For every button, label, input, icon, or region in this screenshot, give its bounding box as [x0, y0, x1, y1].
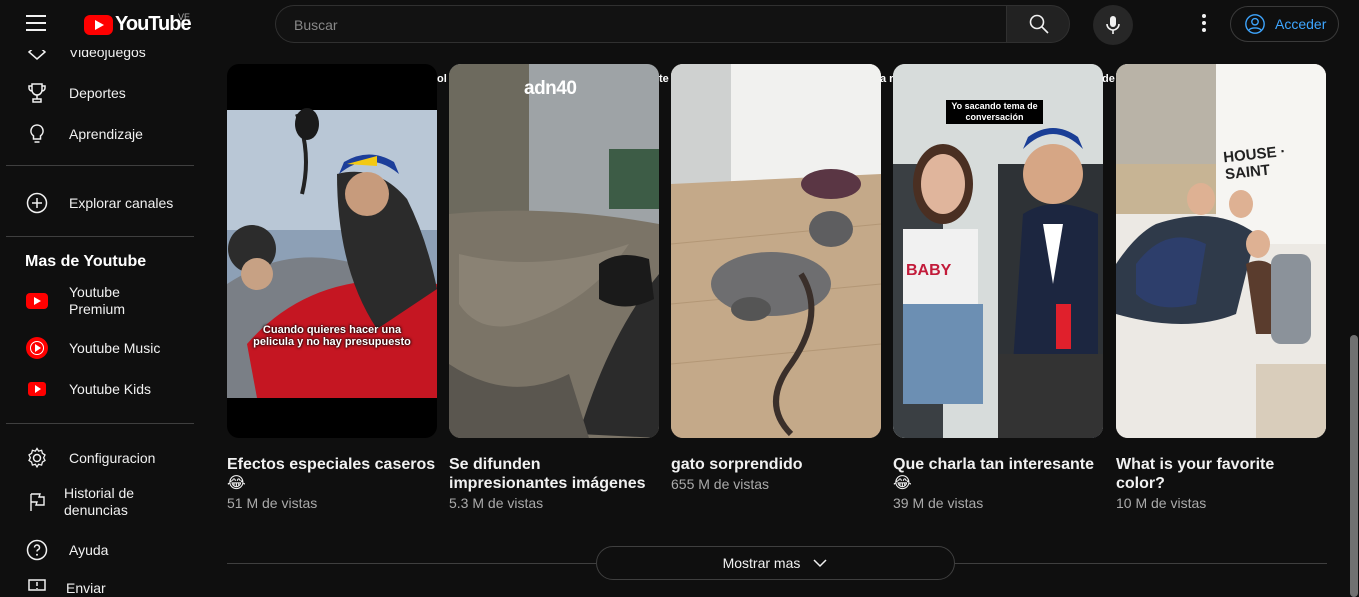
- signin-button[interactable]: Acceder: [1230, 6, 1339, 42]
- sidebar-item-label: Deportes: [69, 84, 126, 101]
- country-code: VE: [178, 12, 191, 22]
- sidebar-item-label: Historial de denuncias: [64, 485, 135, 518]
- video-caption: Yo sacando tema de conversación: [946, 100, 1043, 124]
- youtube-logo[interactable]: YouTube: [84, 13, 192, 36]
- short-card[interactable]: Yo sacando tema de conversación BABY Que…: [893, 64, 1103, 511]
- sidebar-item-label: Ayuda: [69, 541, 109, 558]
- gear-icon: [25, 446, 49, 470]
- signin-label: Acceder: [1275, 16, 1327, 32]
- short-thumbnail[interactable]: Cuando quieres hacer una pelicula y no h…: [227, 64, 437, 438]
- youtube-premium-icon: [25, 289, 49, 313]
- short-card[interactable]: Cuando quieres hacer una pelicula y no h…: [227, 64, 437, 511]
- lightbulb-icon: [25, 122, 49, 146]
- short-views: 39 M de vistas: [893, 495, 984, 511]
- sidebar-item-ayuda[interactable]: Ayuda: [12, 530, 197, 570]
- section-heading: Mas de Youtube: [25, 253, 147, 270]
- adjacent-overlay-text: a r: [880, 73, 894, 85]
- adjacent-overlay-text: de: [1102, 73, 1115, 85]
- short-views: 5.3 M de vistas: [449, 495, 544, 511]
- show-more-button[interactable]: Mostrar mas: [596, 546, 955, 580]
- search-input[interactable]: [292, 6, 986, 44]
- sidebar-item-label: Youtube Premium: [69, 284, 126, 317]
- sidebar-item-configuracion[interactable]: Configuracion: [12, 438, 197, 478]
- sidebar-item-historial-denuncias[interactable]: Historial de denuncias: [12, 482, 197, 522]
- sidebar: Videojuegos Deportes Aprendizaje Explora…: [0, 50, 210, 597]
- sidebar-item-label: Aprendizaje: [69, 125, 143, 142]
- short-title[interactable]: Efectos especiales caseros 😂: [227, 455, 437, 493]
- short-title[interactable]: Que charla tan interesante 😂: [893, 455, 1103, 493]
- sidebar-item-explorar-canales[interactable]: Explorar canales: [12, 183, 197, 223]
- short-card[interactable]: gato sorprendido 655 M de vistas: [671, 64, 881, 492]
- short-views: 10 M de vistas: [1116, 495, 1207, 511]
- flag-icon: [25, 490, 49, 514]
- sidebar-divider: [6, 165, 194, 166]
- sidebar-item-aprendizaje[interactable]: Aprendizaje: [12, 114, 197, 154]
- adjacent-overlay-text: ol: [437, 73, 447, 85]
- search-box: [275, 5, 1006, 44]
- sidebar-item-youtube-premium[interactable]: Youtube Premium: [12, 281, 197, 321]
- short-card[interactable]: adn40 Se difunden impresionantes imágene…: [449, 64, 659, 511]
- sidebar-item-deportes[interactable]: Deportes: [12, 73, 197, 113]
- adjacent-overlay-text: te: [659, 73, 669, 85]
- search-button[interactable]: [1006, 5, 1070, 43]
- help-icon: [25, 538, 49, 562]
- sidebar-item-label: Configuracion: [69, 449, 156, 466]
- sidebar-item-label: Enviar: [66, 579, 106, 596]
- sidebar-divider: [6, 423, 194, 424]
- youtube-kids-icon: [25, 377, 49, 401]
- short-views: 655 M de vistas: [671, 476, 770, 492]
- short-title[interactable]: What is your favorite color?: [1116, 455, 1326, 493]
- sidebar-item-enviar[interactable]: Enviar: [12, 568, 197, 597]
- youtube-music-icon: [25, 336, 49, 360]
- sidebar-item-label: Videojuegos: [69, 50, 146, 60]
- short-views: 51 M de vistas: [227, 495, 318, 511]
- show-more-label: Mostrar mas: [722, 555, 801, 571]
- short-thumbnail[interactable]: HOUSE · SAINT: [1116, 64, 1326, 438]
- sidebar-item-label: Explorar canales: [69, 194, 174, 211]
- short-title[interactable]: gato sorprendido: [671, 455, 881, 474]
- channel-logo-watermark: adn40: [524, 78, 577, 99]
- account-icon: [1245, 14, 1265, 34]
- sidebar-item-label: Youtube Kids: [69, 380, 151, 397]
- trophy-icon: [25, 81, 49, 105]
- search-icon: [1029, 14, 1049, 34]
- chevron-down-icon: [813, 559, 827, 568]
- settings-menu-icon[interactable]: [1196, 14, 1212, 34]
- shirt-text: BABY: [906, 262, 952, 279]
- short-title[interactable]: Se difunden impresionantes imágenes: [449, 455, 659, 493]
- short-thumbnail[interactable]: Yo sacando tema de conversación BABY: [893, 64, 1103, 438]
- youtube-play-icon: [84, 14, 113, 35]
- sidebar-item-youtube-music[interactable]: Youtube Music: [12, 328, 197, 368]
- short-thumbnail[interactable]: [671, 64, 881, 438]
- voice-search-button[interactable]: [1093, 5, 1133, 45]
- microphone-icon: [1106, 16, 1120, 34]
- short-thumbnail[interactable]: adn40: [449, 64, 659, 438]
- short-card[interactable]: HOUSE · SAINT What is your favorite colo…: [1116, 64, 1326, 511]
- feedback-icon: [25, 576, 49, 597]
- gamepad-icon: [25, 50, 49, 64]
- plus-circle-icon: [25, 191, 49, 215]
- menu-icon[interactable]: [26, 15, 46, 31]
- sidebar-item-label: Youtube Music: [69, 339, 161, 356]
- sidebar-item-videojuegos[interactable]: Videojuegos: [12, 50, 197, 72]
- video-caption: Cuando quieres hacer una pelicula y no h…: [253, 324, 411, 348]
- sidebar-divider: [6, 236, 194, 237]
- sidebar-item-youtube-kids[interactable]: Youtube Kids: [12, 369, 197, 409]
- top-bar: YouTube VE Acceder: [0, 0, 1359, 50]
- page-scrollbar[interactable]: [1350, 335, 1358, 597]
- shorts-shelf: Cuando quieres hacer una pelicula y no h…: [227, 64, 1327, 524]
